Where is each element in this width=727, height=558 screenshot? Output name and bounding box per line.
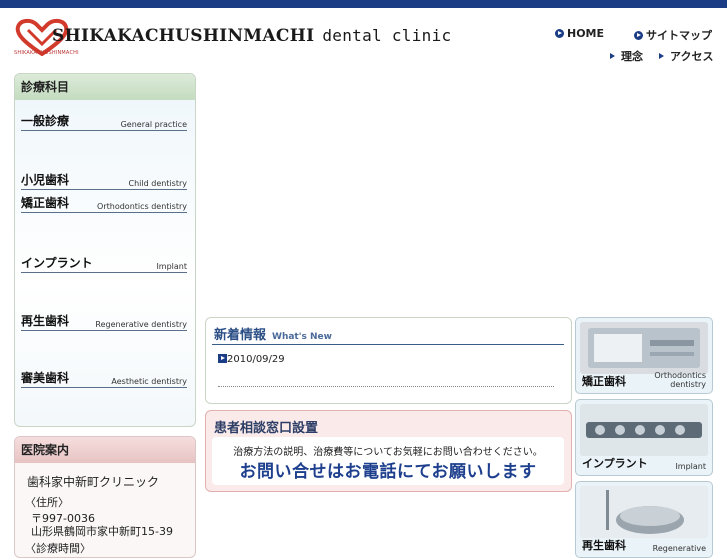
departments-heading: 診療科目 [15, 74, 195, 100]
card-title-jp: 再生歯科 [582, 539, 626, 552]
address-label: 〈住所〉 [25, 496, 69, 509]
news-entry[interactable]: 2010/09/29 [218, 354, 285, 365]
departments-panel: 診療科目 一般診療 General practice 小児歯科 Child de… [14, 73, 196, 427]
menu-item-jp: インプラント [21, 256, 93, 270]
consultation-panel: 患者相談窓口設置 治療方法の説明、治療費等についてお気軽にお問い合わせください。… [205, 410, 572, 492]
menu-item-jp: 審美歯科 [21, 371, 70, 385]
card-en-line1: Implant [675, 462, 706, 471]
menu-orthodontics[interactable]: 矯正歯科 Orthodontics dentistry [21, 196, 187, 213]
menu-item-jp: 再生歯科 [21, 314, 70, 328]
clinic-info-panel: 医院案内 歯科家中新町クリニック 〈住所〉 〒997-0036 山形県鶴岡市家中… [14, 436, 196, 558]
menu-item-en: Child dentistry [128, 179, 187, 188]
orthodontics-photo [580, 322, 708, 374]
menu-general-practice[interactable]: 一般診療 General practice [21, 114, 187, 131]
address: 山形県鶴岡市家中新町15-39 [31, 525, 173, 538]
phone-inquiry-banner: お問い合せはお電話にてお願いします [239, 462, 537, 482]
news-dotted-divider [218, 386, 554, 387]
regenerative-photo [580, 486, 708, 538]
card-en-line1: Orthodontics [654, 371, 706, 380]
news-divider [212, 344, 564, 345]
nav-access[interactable]: アクセス [659, 48, 713, 64]
consultation-heading: 患者相談窓口設置 [214, 421, 319, 436]
menu-item-en: General practice [120, 120, 187, 129]
menu-item-en: Orthodontics dentistry [97, 202, 187, 211]
top-bar [0, 0, 727, 8]
menu-item-jp: 小児歯科 [21, 173, 70, 187]
nav-home-label: HOME [567, 27, 605, 40]
clinic-info-heading: 医院案内 [15, 437, 195, 463]
card-title-en: Implant [675, 462, 706, 471]
menu-implant[interactable]: インプラント Implant [21, 256, 187, 273]
card-title-en: Orthodontics dentistry [654, 371, 706, 389]
card-implant[interactable]: インプラント Implant [575, 399, 713, 476]
site-title-main: SHIKAKACHUSHINMACHI [52, 26, 315, 46]
circle-arrow-icon [634, 31, 643, 40]
arrow-box-icon [218, 354, 227, 363]
card-en-line1: Regenerative [652, 544, 706, 553]
news-title: 新着情報 [214, 328, 267, 343]
news-date: 2010/09/29 [227, 354, 285, 365]
menu-regenerative[interactable]: 再生歯科 Regenerative dentistry [21, 314, 187, 331]
card-title-jp: 矯正歯科 [582, 375, 626, 388]
menu-item-jp: 矯正歯科 [21, 196, 70, 210]
logo-caption: SHIKAKACHUSHINMACHI [14, 50, 79, 56]
nav-philosophy[interactable]: 理念 [610, 48, 643, 64]
card-en-line2: dentistry [670, 380, 706, 389]
news-heading: 新着情報 What's New [214, 324, 332, 343]
circle-arrow-icon [555, 29, 564, 38]
menu-item-en: Regenerative dentistry [95, 320, 187, 329]
nav-home[interactable]: HOME [555, 27, 604, 40]
triangle-right-icon [659, 53, 664, 59]
menu-item-en: Aesthetic dentistry [111, 377, 187, 386]
nav-sitemap-label: サイトマップ [646, 29, 712, 42]
hours-label: 〈診療時間〉 [25, 542, 91, 555]
card-regenerative[interactable]: 再生歯科 Regenerative [575, 481, 713, 558]
menu-item-jp: 一般診療 [21, 114, 70, 128]
nav-philosophy-label: 理念 [621, 50, 643, 63]
menu-item-en: Implant [156, 262, 187, 271]
card-title-en: Regenerative [653, 544, 706, 553]
news-title-en: What's New [272, 332, 332, 342]
consultation-description: 治療方法の説明、治療費等についてお気軽にお問い合わせください。 [233, 447, 543, 458]
site-title-sub: dental clinic [322, 26, 452, 45]
news-panel: 新着情報 What's New 2010/09/29 [205, 317, 572, 404]
card-title-jp: インプラント [582, 457, 648, 470]
implant-photo [580, 404, 708, 456]
clinic-name: 歯科家中新町クリニック [27, 475, 160, 489]
card-orthodontics[interactable]: 矯正歯科 Orthodontics dentistry [575, 317, 713, 394]
site-title[interactable]: SHIKAKACHUSHINMACHI dental clinic [52, 26, 451, 46]
menu-child-dentistry[interactable]: 小児歯科 Child dentistry [21, 173, 187, 190]
triangle-right-icon [610, 53, 615, 59]
consultation-message: 治療方法の説明、治療費等についてお気軽にお問い合わせください。 お問い合せはお電… [212, 437, 564, 485]
nav-sitemap[interactable]: サイトマップ [634, 27, 712, 43]
menu-aesthetic[interactable]: 審美歯科 Aesthetic dentistry [21, 371, 187, 388]
nav-access-label: アクセス [670, 50, 714, 63]
